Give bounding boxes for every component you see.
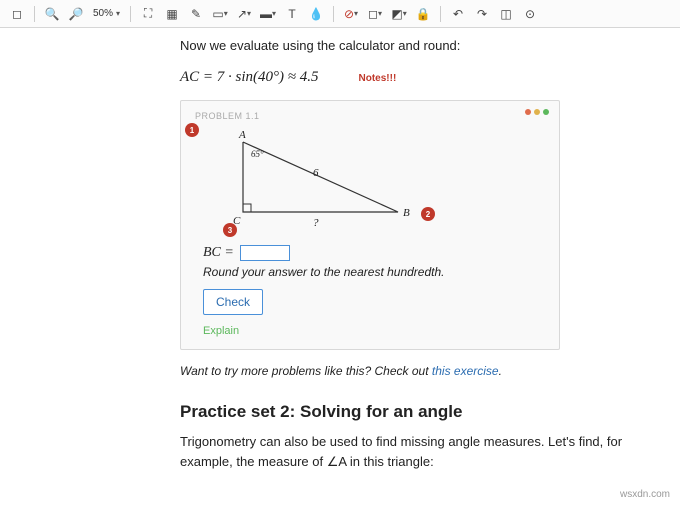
equation: AC = 7 · sin(40°) ≈ 4.5 [180, 69, 319, 86]
callout-icon[interactable]: ▬▾ [257, 4, 279, 24]
marker-3[interactable]: 3 [223, 223, 237, 237]
more-prefix: Want to try more problems like this? Che… [180, 364, 432, 378]
marker-2[interactable]: 2 [421, 207, 435, 221]
zoom-level[interactable]: 50% ▾ [89, 8, 124, 19]
redo-icon[interactable]: ↷ [471, 4, 493, 24]
zoom-in-icon[interactable]: 🔍 [41, 4, 63, 24]
notes-annotation[interactable]: Notes!!! [359, 73, 397, 84]
layers-icon[interactable]: ◫ [495, 4, 517, 24]
problem-header: PROBLEM 1.1 [195, 111, 545, 121]
watermark: wsxdn.com [620, 489, 670, 500]
separator [333, 6, 334, 22]
lock-icon[interactable]: 🔒 [412, 4, 434, 24]
separator [440, 6, 441, 22]
zoom-out-icon[interactable]: 🔎 [65, 4, 87, 24]
answer-row: BC = [203, 245, 545, 261]
arrow-icon[interactable]: ↗▾ [233, 4, 255, 24]
shape-icon[interactable]: ▭▾ [209, 4, 231, 24]
separator [34, 6, 35, 22]
select-icon[interactable]: ▦ [161, 4, 183, 24]
label-hyp: 6 [313, 167, 319, 179]
problem-panel: PROBLEM 1.1 1 A B C 65° 6 ? 2 3 BC = Rou… [180, 100, 560, 350]
page-content: Now we evaluate using the calculator and… [0, 28, 680, 491]
toolbar: ◻ 🔍 🔎 50% ▾ ⛶ ▦ ✎ ▭▾ ↗▾ ▬▾ T 💧 ⊘▾ ◻▾ ◩▾ … [0, 0, 680, 28]
intro-text: Now we evaluate using the calculator and… [180, 38, 640, 53]
fill-icon[interactable]: 💧 [305, 4, 327, 24]
label-B: B [403, 207, 410, 219]
section-heading: Practice set 2: Solving for an angle [180, 402, 640, 422]
panel-dots [525, 109, 549, 115]
pen-icon[interactable]: ✎ [185, 4, 207, 24]
no-fill-icon[interactable]: ⊘▾ [340, 4, 362, 24]
zoom-value: 50% [93, 8, 113, 19]
label-A: A [239, 129, 246, 141]
undo-icon[interactable]: ↶ [447, 4, 469, 24]
exercise-link[interactable]: this exercise [432, 364, 499, 378]
move-icon[interactable]: ⛶ [137, 4, 159, 24]
check-button[interactable]: Check [203, 289, 263, 315]
text-icon[interactable]: T [281, 4, 303, 24]
settings-icon[interactable]: ⊙ [519, 4, 541, 24]
dot-green-icon [543, 109, 549, 115]
separator [130, 6, 131, 22]
label-angle: 65° [251, 149, 264, 159]
mask-icon[interactable]: ◩▾ [388, 4, 410, 24]
more-problems-line: Want to try more problems like this? Che… [180, 364, 640, 378]
triangle-diagram: A B C 65° 6 ? 2 3 [203, 127, 463, 237]
outline-icon[interactable]: ◻▾ [364, 4, 386, 24]
more-suffix: . [499, 364, 502, 378]
chevron-down-icon: ▾ [116, 9, 120, 18]
explain-link[interactable]: Explain [203, 325, 545, 337]
answer-input[interactable] [240, 245, 290, 261]
equation-row: AC = 7 · sin(40°) ≈ 4.5 Notes!!! [180, 69, 640, 86]
section-paragraph: Trigonometry can also be used to find mi… [180, 432, 640, 471]
marker-1[interactable]: 1 [185, 123, 199, 137]
label-base: ? [313, 217, 319, 229]
round-hint: Round your answer to the nearest hundred… [203, 265, 545, 279]
bc-label: BC = [203, 245, 234, 261]
crop-icon[interactable]: ◻ [6, 4, 28, 24]
dot-red-icon [525, 109, 531, 115]
dot-yellow-icon [534, 109, 540, 115]
